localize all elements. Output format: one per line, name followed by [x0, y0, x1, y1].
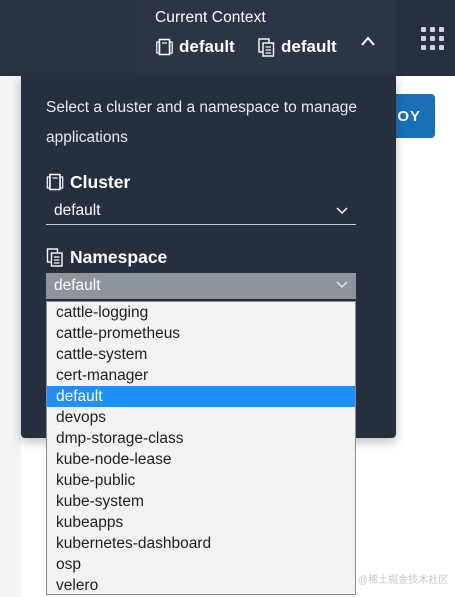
namespace-icon — [46, 248, 63, 267]
namespace-icon — [258, 37, 275, 57]
namespace-option[interactable]: kubernetes-dashboard — [47, 533, 355, 554]
namespace-option[interactable]: cattle-prometheus — [47, 323, 355, 344]
cluster-label-text: Cluster — [70, 172, 131, 192]
namespace-option[interactable]: kubeapps — [47, 512, 355, 533]
cluster-label: Cluster — [46, 172, 130, 193]
namespace-option[interactable]: kube-node-lease — [47, 449, 355, 470]
namespace-dropdown-list[interactable]: cattle-logging cattle-prometheus cattle-sy… — [46, 301, 356, 595]
app-grid-icon[interactable] — [421, 27, 445, 51]
namespace-option[interactable]: cert-manager — [47, 365, 355, 386]
namespace-option[interactable]: kube-system — [47, 491, 355, 512]
context-namespace[interactable]: default — [258, 37, 337, 57]
context-selector[interactable]: Current Context default default — [136, 0, 396, 76]
namespace-label: Namespace — [46, 247, 167, 268]
cluster-select[interactable]: default — [46, 199, 356, 225]
chevron-up-icon[interactable] — [359, 34, 377, 48]
panel-description: Select a cluster and a namespace to mana… — [46, 99, 358, 146]
namespace-option[interactable]: cattle-logging — [47, 302, 355, 323]
namespace-option[interactable]: velero — [47, 575, 355, 594]
context-cluster[interactable]: default — [156, 37, 235, 57]
context-cluster-value: default — [179, 37, 235, 56]
cluster-icon — [46, 173, 64, 191]
namespace-option[interactable]: default — [47, 386, 355, 407]
namespace-option[interactable]: cattle-system — [47, 344, 355, 365]
side-strip — [0, 76, 21, 597]
namespace-option[interactable]: osp — [47, 554, 355, 575]
chevron-down-icon — [336, 281, 348, 289]
namespace-label-text: Namespace — [70, 247, 168, 267]
context-title: Current Context — [155, 9, 266, 26]
namespace-option[interactable]: dmp-storage-class — [47, 428, 355, 449]
chevron-down-icon — [336, 207, 348, 215]
context-namespace-value: default — [281, 37, 337, 56]
namespace-select[interactable]: default — [46, 273, 356, 299]
cluster-icon — [156, 38, 173, 55]
namespace-option[interactable]: kube-public — [47, 470, 355, 491]
watermark: @稀土掘金技术社区 — [358, 575, 449, 586]
namespace-option[interactable]: devops — [47, 407, 355, 428]
cluster-select-value: default — [54, 202, 101, 219]
namespace-select-value: default — [54, 277, 101, 294]
